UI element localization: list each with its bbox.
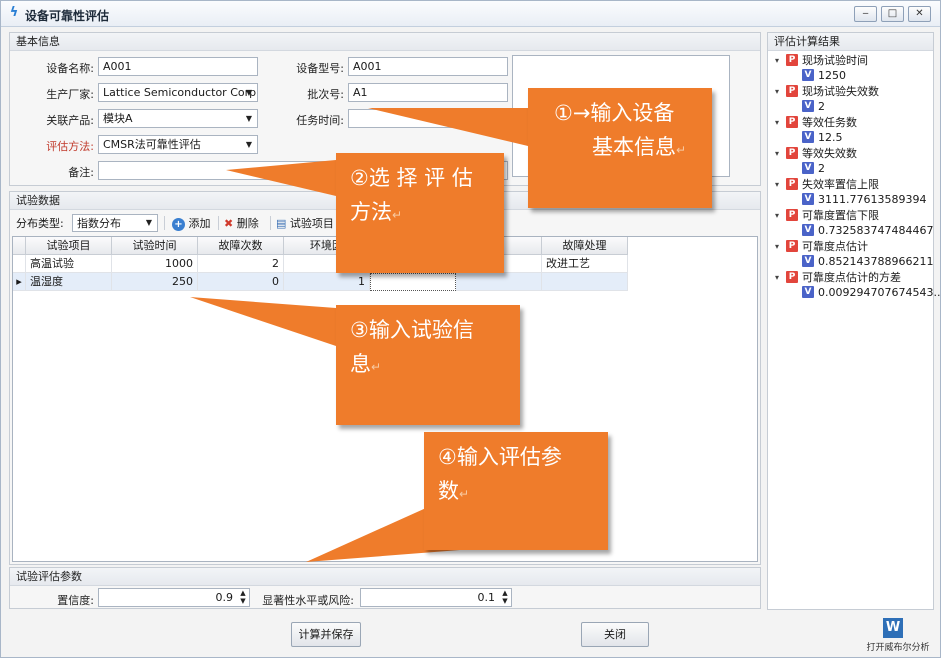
callout-2-pointer — [226, 160, 336, 196]
paragraph-mark-icon: ↵ — [392, 208, 403, 222]
paragraph-mark-icon: ↵ — [459, 487, 470, 501]
callout-2-line1: ②选 择 评 估 — [350, 166, 473, 190]
callout-4-line2: 数 — [438, 479, 459, 503]
paragraph-mark-icon: ↵ — [371, 360, 382, 374]
callout-3: ③输入试验信 息↵ — [336, 305, 520, 425]
callout-1-pointer — [368, 108, 528, 146]
callout-2-line2: 方法 — [350, 200, 392, 224]
paragraph-mark-icon: ↵ — [676, 143, 687, 157]
callout-4: ④输入评估参 数↵ — [424, 432, 608, 550]
callout-2: ②选 择 评 估 方法↵ — [336, 153, 504, 273]
callout-3-line1: ③输入试验信 — [350, 318, 474, 342]
callout-1-line2: 基本信息 — [592, 135, 676, 159]
callout-1: ①→输入设备 基本信息↵ — [528, 88, 712, 208]
callout-3-pointer — [190, 297, 336, 346]
callout-3-line2: 息 — [350, 352, 371, 376]
callout-1-line1: ①→输入设备 — [554, 101, 675, 125]
callout-4-line1: ④输入评估参 — [438, 445, 562, 469]
